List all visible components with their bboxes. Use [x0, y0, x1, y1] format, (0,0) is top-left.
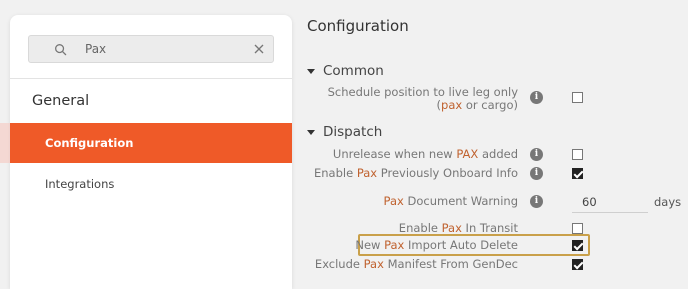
info-icon[interactable]: i [530, 91, 543, 104]
search-field[interactable]: Pax [28, 35, 274, 63]
label-text: Document Warning [403, 194, 518, 208]
label-text: added [478, 147, 518, 161]
label-text: Manifest From GenDec [383, 257, 518, 271]
section-dispatch-toggle[interactable]: Dispatch [307, 124, 382, 140]
search-match: Pax [356, 166, 378, 180]
sidebar-item-configuration[interactable]: Configuration [0, 123, 292, 163]
setting-checkbox[interactable] [572, 223, 583, 234]
setting-label: New Pax Import Auto Delete [355, 239, 518, 252]
label-line: (pax or cargo) [328, 99, 518, 112]
search-match: PAX [456, 147, 479, 161]
sidebar-item-integrations[interactable]: Integrations [45, 177, 114, 191]
label-text: Exclude [314, 257, 364, 271]
setting-checkbox[interactable] [572, 149, 583, 160]
settings-screen: Pax General Configuration Integrations C… [0, 0, 688, 289]
label-text: Enable [398, 221, 442, 235]
label-text: Previously Onboard Info [377, 166, 518, 180]
label-text: Import Auto Delete [404, 238, 518, 252]
close-icon[interactable] [252, 42, 266, 56]
search-match: Pax [384, 238, 405, 252]
label-text: Unrelease when new [332, 147, 457, 161]
caret-down-icon [307, 129, 315, 135]
setting-label: Schedule position to live leg only (pax … [328, 86, 518, 112]
setting-checkbox[interactable] [572, 168, 583, 179]
label-text: or cargo) [462, 98, 518, 112]
document-warning-days-input[interactable] [572, 191, 648, 213]
caret-down-icon [307, 68, 315, 74]
setting-label: Exclude Pax Manifest From GenDec [315, 258, 518, 271]
group-heading: General [32, 93, 90, 109]
page-title: Configuration [307, 17, 409, 35]
section-heading: Common [323, 63, 384, 79]
sidebar-item-label: Integrations [45, 177, 115, 191]
search-match: Pax [383, 194, 404, 208]
setting-label: Unrelease when new PAX added [333, 148, 518, 161]
label-text: New [355, 238, 385, 252]
search-match: pax [441, 98, 463, 112]
search-input[interactable]: Pax [85, 42, 106, 56]
section-heading: Dispatch [323, 124, 383, 140]
setting-checkbox[interactable] [572, 240, 583, 251]
sidebar-item-label: Configuration [45, 136, 134, 150]
label-text: Enable [314, 166, 357, 180]
info-icon[interactable]: i [530, 167, 543, 180]
section-common-toggle[interactable]: Common [307, 63, 384, 79]
setting-checkbox[interactable] [572, 92, 583, 103]
unit-label: days [654, 195, 682, 209]
info-icon[interactable]: i [530, 148, 543, 161]
search-match: Pax [441, 221, 462, 235]
info-icon[interactable]: i [530, 195, 543, 208]
setting-label: Pax Document Warning [384, 195, 518, 208]
settings-sidebar: Pax General Configuration Integrations [0, 15, 292, 289]
setting-label: Enable Pax Previously Onboard Info [314, 167, 518, 180]
label-text: In Transit [461, 221, 518, 235]
search-icon [55, 44, 67, 56]
setting-checkbox[interactable] [572, 259, 583, 270]
search-match: Pax [363, 257, 384, 271]
panel-divider [10, 78, 292, 79]
